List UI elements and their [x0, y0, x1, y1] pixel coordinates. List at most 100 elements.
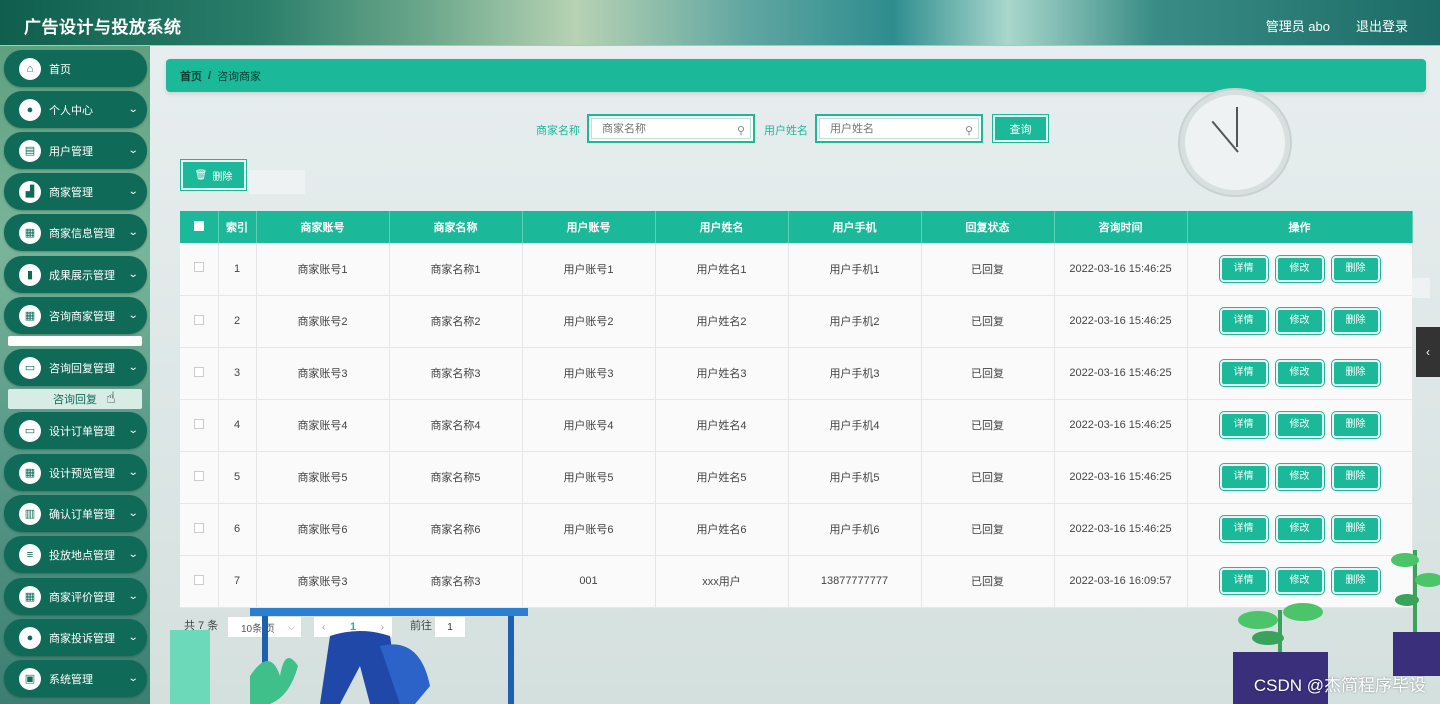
user-name-field[interactable]: ⚲	[815, 114, 983, 143]
cell-user-name: xxx用户	[655, 555, 789, 608]
monitor-icon: ▭	[19, 356, 41, 379]
column-header: 回复状态	[921, 211, 1055, 243]
detail-button[interactable]: 详情	[1219, 412, 1268, 438]
edit-button[interactable]: 修改	[1275, 360, 1324, 386]
sidebar-item[interactable]: ▭ 咨询回复管理 ⌄	[4, 349, 147, 386]
select-all-checkbox[interactable]	[193, 220, 204, 231]
delete-button[interactable]: 删除	[1331, 360, 1380, 386]
sidebar-item[interactable]: ▣ 系统管理 ⌄	[4, 660, 147, 697]
sidebar-item-label: 咨询回复管理	[49, 362, 115, 375]
query-button[interactable]: 查询	[993, 115, 1048, 142]
sidebar-item[interactable]: ▮ 成果展示管理 ⌄	[4, 256, 147, 293]
merchant-name-field[interactable]: ⚲	[587, 114, 755, 143]
row-checkbox[interactable]	[193, 314, 204, 325]
detail-button[interactable]: 详情	[1219, 516, 1268, 542]
cell-phone: 13877777777	[788, 555, 922, 608]
delete-button[interactable]: 删除	[1331, 412, 1380, 438]
cell-user-name: 用户姓名1	[655, 243, 789, 296]
collapse-panel-tab[interactable]: ‹	[1416, 327, 1440, 377]
delete-button[interactable]: 删除	[1331, 308, 1380, 334]
sidebar-item[interactable]: ▤ 用户管理 ⌄	[4, 132, 147, 169]
select-all-cell[interactable]	[180, 211, 219, 243]
edit-button[interactable]: 修改	[1275, 464, 1324, 490]
batch-delete-label: 删除	[212, 171, 233, 183]
delete-button[interactable]: 删除	[1331, 516, 1380, 542]
sidebar-item[interactable]: ≡ 投放地点管理 ⌄	[4, 536, 147, 573]
chevron-down-icon: ⌄	[127, 227, 139, 238]
chevron-down-icon: ⌄	[127, 186, 139, 197]
delete-button[interactable]: 删除	[1331, 568, 1380, 594]
detail-button[interactable]: 详情	[1219, 255, 1268, 282]
user-name-input[interactable]	[830, 122, 960, 135]
column-header: 商家账号	[256, 211, 390, 243]
column-header: 咨询时间	[1054, 211, 1188, 243]
edit-button[interactable]: 修改	[1275, 308, 1324, 334]
sidebar-item[interactable]: ▥ 确认订单管理 ⌄	[4, 495, 147, 532]
sidebar-item[interactable]: ▦ 商家评价管理 ⌄	[4, 578, 147, 615]
breadcrumb-home[interactable]: 首页	[180, 68, 202, 84]
row-checkbox[interactable]	[193, 262, 204, 273]
batch-delete-button[interactable]: 🗑 删除	[181, 160, 246, 190]
sidebar-item[interactable]: ▟ 商家管理 ⌄	[4, 173, 147, 210]
home-icon: ⌂	[19, 57, 41, 80]
row-checkbox[interactable]	[193, 522, 204, 533]
row-select-cell[interactable]	[180, 295, 219, 348]
grid-icon: ▦	[19, 304, 41, 327]
row-select-cell[interactable]	[180, 243, 219, 296]
row-checkbox[interactable]	[193, 366, 204, 377]
row-select-cell[interactable]	[180, 555, 219, 608]
chevron-down-icon: ⌄	[127, 549, 139, 560]
sidebar-item-label: 首页	[49, 63, 71, 76]
sidebar-subitem-consult-reply[interactable]: 咨询回复	[8, 389, 142, 409]
delete-button[interactable]: 删除	[1331, 255, 1380, 282]
detail-button[interactable]: 详情	[1219, 308, 1268, 334]
table-row: 6 商家账号6 商家名称6 用户账号6 用户姓名6 用户手机6 已回复 2022-03-16 …	[180, 503, 1413, 556]
shop-icon: ▟	[19, 180, 41, 203]
table-body: 1 商家账号1 商家名称1 用户账号1 用户姓名1 用户手机1 已回复 2022-03-16 …	[180, 243, 1413, 608]
column-header: 操作	[1187, 211, 1413, 243]
actions-cell: 详情 修改 删除	[1187, 503, 1413, 556]
row-checkbox[interactable]	[193, 574, 204, 585]
column-header: 用户姓名	[655, 211, 789, 243]
row-select-cell[interactable]	[180, 451, 219, 504]
clock-hand	[1211, 120, 1239, 153]
detail-button[interactable]: 详情	[1219, 464, 1268, 490]
sidebar-item[interactable]: ▦ 商家信息管理 ⌄	[4, 214, 147, 251]
row-select-cell[interactable]	[180, 503, 219, 556]
search-icon: ⚲	[964, 125, 973, 137]
top-bar: 广告设计与投放系统 管理员 abo 退出登录	[0, 0, 1440, 46]
sidebar-item-label: 成果展示管理	[49, 269, 115, 282]
edit-button[interactable]: 修改	[1275, 255, 1324, 282]
cell-merchant-account: 商家账号6	[256, 503, 390, 556]
cell-merchant-name: 商家名称3	[389, 555, 523, 608]
logout-link[interactable]: 退出登录	[1356, 16, 1408, 35]
breadcrumb-current: 咨询商家	[217, 70, 262, 83]
sidebar-item[interactable]: ▭ 设计订单管理 ⌄	[4, 412, 147, 449]
desk-illustration	[250, 608, 528, 704]
sidebar-item[interactable]: ⌂ 首页	[4, 50, 147, 87]
row-checkbox[interactable]	[193, 470, 204, 481]
edit-button[interactable]: 修改	[1275, 412, 1324, 438]
row-select-cell[interactable]	[180, 399, 219, 452]
sidebar-item[interactable]: ● 个人中心 ⌄	[4, 91, 147, 128]
sidebar-item[interactable]: ● 商家投诉管理 ⌄	[4, 619, 147, 656]
actions-cell: 详情 修改 删除	[1187, 295, 1413, 348]
row-checkbox[interactable]	[193, 418, 204, 429]
clipboard-icon: ▤	[19, 139, 41, 162]
actions-cell: 详情 修改 删除	[1187, 399, 1413, 452]
cell-status: 已回复	[921, 243, 1055, 296]
grid-icon: ▦	[19, 585, 41, 608]
detail-button[interactable]: 详情	[1219, 360, 1268, 386]
sidebar-item-label: 用户管理	[49, 145, 93, 158]
cell-user-account: 用户账号2	[522, 295, 656, 348]
row-select-cell[interactable]	[180, 347, 219, 400]
sidebar-item[interactable]: ▦ 咨询商家管理 ⌄	[4, 297, 147, 334]
delete-button[interactable]: 删除	[1331, 464, 1380, 490]
chevron-down-icon: ⌄	[127, 145, 139, 156]
toolbar-placeholder	[249, 170, 305, 194]
merchant-name-input[interactable]	[602, 122, 732, 135]
cell-user-account: 用户账号1	[522, 243, 656, 296]
breadcrumb: 首页 / 咨询商家	[166, 59, 1426, 92]
edit-button[interactable]: 修改	[1275, 516, 1324, 542]
sidebar-item[interactable]: ▦ 设计预览管理 ⌄	[4, 454, 147, 491]
